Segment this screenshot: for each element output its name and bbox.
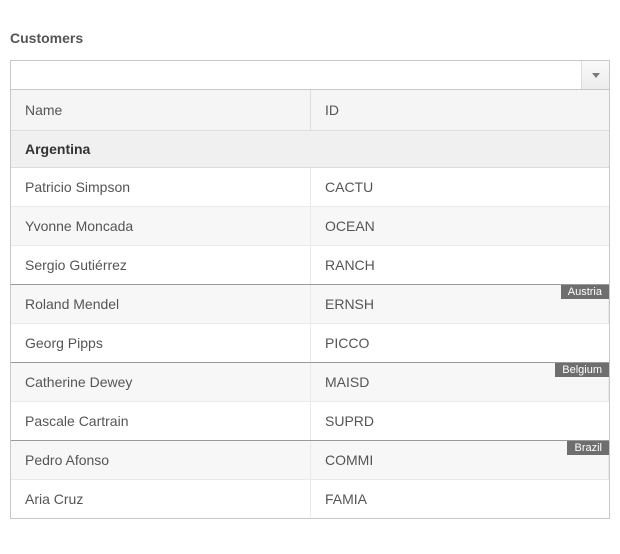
group-badge: Austria: [561, 285, 609, 299]
table-header-id[interactable]: ID: [311, 90, 609, 130]
cell-name: Sergio Gutiérrez: [11, 246, 311, 284]
cell-id: RANCH: [311, 246, 609, 284]
cell-name: Catherine Dewey: [11, 363, 311, 401]
group: Catherine DeweyMAISDBelgiumPascale Cartr…: [11, 362, 609, 440]
list-item[interactable]: Yvonne MoncadaOCEAN: [11, 207, 609, 246]
cell-name: Georg Pipps: [11, 324, 311, 362]
page-title: Customers: [10, 30, 610, 46]
cell-id: PICCO: [311, 324, 609, 362]
cell-name: Roland Mendel: [11, 285, 311, 323]
cell-name: Aria Cruz: [11, 480, 311, 518]
group-title: Argentina: [11, 131, 609, 167]
list-item[interactable]: Catherine DeweyMAISDBelgium: [11, 362, 609, 402]
group-badge: Brazil: [567, 441, 609, 455]
cell-name: Pascale Cartrain: [11, 402, 311, 440]
cell-name: Pedro Afonso: [11, 441, 311, 479]
cell-id: CACTU: [311, 168, 609, 206]
table-header-name[interactable]: Name: [11, 90, 311, 130]
combobox[interactable]: [10, 60, 610, 90]
combobox-dropdown: Name ID ArgentinaPatricio SimpsonCACTUYv…: [10, 90, 610, 519]
list-item[interactable]: Pedro AfonsoCOMMIBrazil: [11, 440, 609, 480]
cell-id: OCEAN: [311, 207, 609, 245]
cell-id: FAMIA: [311, 480, 609, 518]
cell-name: Patricio Simpson: [11, 168, 311, 206]
group-header[interactable]: Argentina: [11, 131, 609, 168]
cell-id: COMMI: [311, 441, 609, 479]
group: ArgentinaPatricio SimpsonCACTUYvonne Mon…: [11, 131, 609, 284]
table-header-row: Name ID: [11, 90, 609, 131]
list-item[interactable]: Georg PippsPICCO: [11, 324, 609, 362]
dropdown-body[interactable]: ArgentinaPatricio SimpsonCACTUYvonne Mon…: [11, 131, 609, 518]
group: Roland MendelERNSHAustriaGeorg PippsPICC…: [11, 284, 609, 362]
list-item[interactable]: Patricio SimpsonCACTU: [11, 168, 609, 207]
list-item[interactable]: Aria CruzFAMIA: [11, 480, 609, 518]
list-item[interactable]: Pascale CartrainSUPRD: [11, 402, 609, 440]
cell-id: SUPRD: [311, 402, 609, 440]
group-badge: Belgium: [555, 363, 609, 377]
combobox-toggle-button[interactable]: [581, 61, 609, 89]
list-item[interactable]: Sergio GutiérrezRANCH: [11, 246, 609, 284]
chevron-down-icon: [592, 73, 600, 78]
list-item[interactable]: Roland MendelERNSHAustria: [11, 284, 609, 324]
combobox-input[interactable]: [11, 61, 581, 89]
group: Pedro AfonsoCOMMIBrazilAria CruzFAMIA: [11, 440, 609, 518]
cell-name: Yvonne Moncada: [11, 207, 311, 245]
